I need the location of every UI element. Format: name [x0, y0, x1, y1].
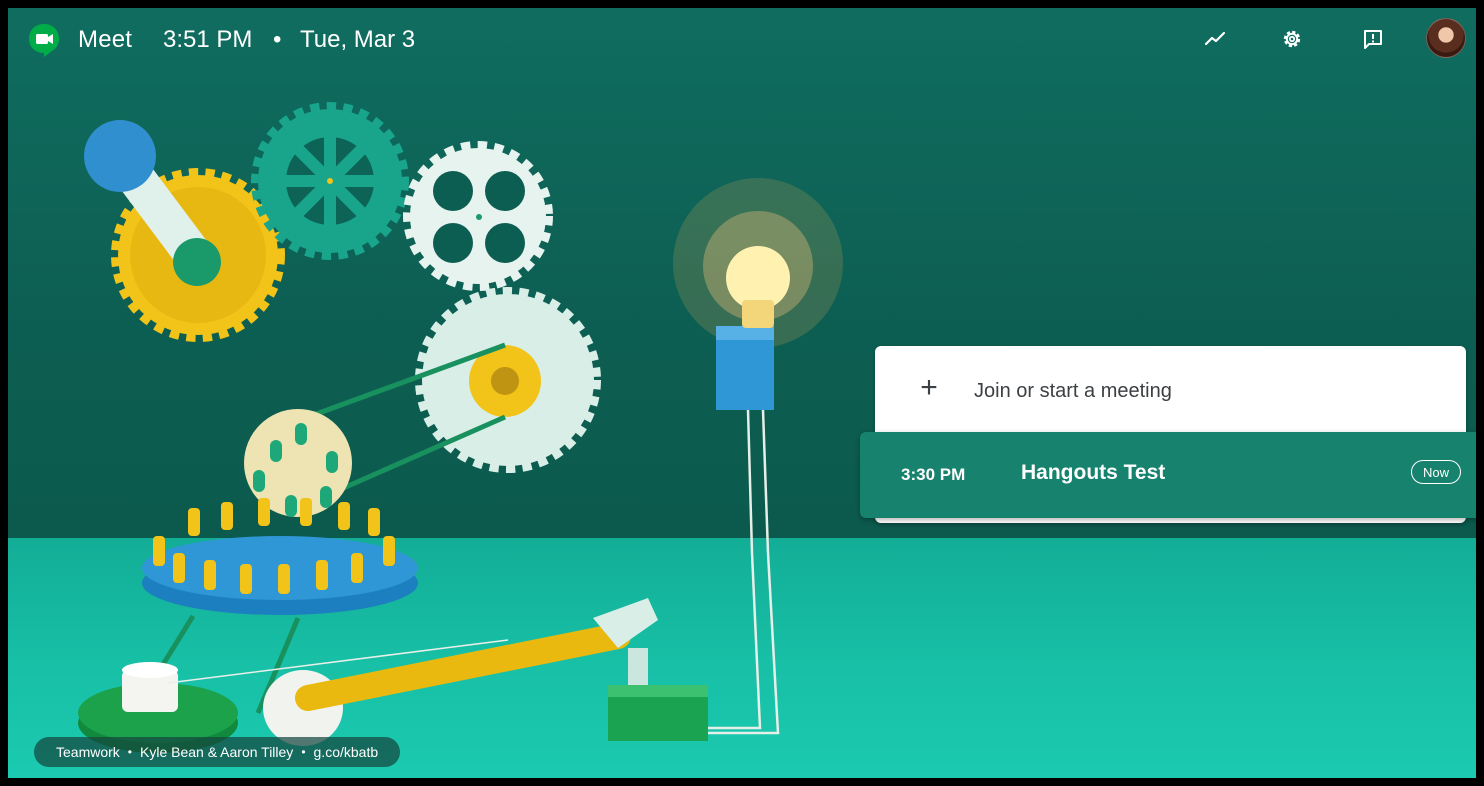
credit-separator: • — [127, 745, 132, 759]
credit-artists: Kyle Bean & Aaron Tilley — [140, 744, 294, 760]
feedback-button[interactable] — [1358, 24, 1388, 54]
meeting-title: Hangouts Test — [1021, 461, 1166, 484]
teal-gear — [251, 102, 409, 260]
meet-logo-icon — [29, 24, 59, 57]
top-bar: Meet 3:51 PM • Tue, Mar 3 — [8, 8, 1476, 72]
credit-title: Teamwork — [56, 744, 120, 760]
join-meeting-label: Join or start a meeting — [974, 380, 1172, 402]
meeting-time: 3:30 PM — [901, 465, 966, 484]
account-avatar[interactable] — [1426, 18, 1466, 58]
time-date-separator: • — [273, 26, 282, 53]
current-date: Tue, Mar 3 — [300, 26, 416, 53]
meet-home-screen: Meet 3:51 PM • Tue, Mar 3 + Join or star… — [8, 8, 1476, 778]
app-name: Meet — [78, 26, 133, 53]
credit-link[interactable]: g.co/kbatb — [314, 744, 379, 760]
now-badge: Now — [1411, 460, 1461, 484]
gear-icon — [1283, 30, 1301, 48]
credit-separator: • — [301, 745, 306, 759]
join-meeting-card[interactable]: + Join or start a meeting — [875, 346, 1466, 436]
plus-icon: + — [920, 371, 938, 404]
trend-icon — [1204, 31, 1226, 46]
wallpaper-credit: Teamwork • Kyle Bean & Aaron Tilley • g.… — [34, 737, 401, 767]
current-time: 3:51 PM — [163, 26, 253, 53]
feedback-icon — [1364, 30, 1382, 49]
meeting-list-item[interactable]: 3:30 PM Hangouts Test Now — [860, 432, 1476, 518]
settings-button[interactable] — [1277, 24, 1307, 54]
white-gear — [403, 141, 553, 291]
call-quality-button[interactable] — [1200, 24, 1230, 54]
